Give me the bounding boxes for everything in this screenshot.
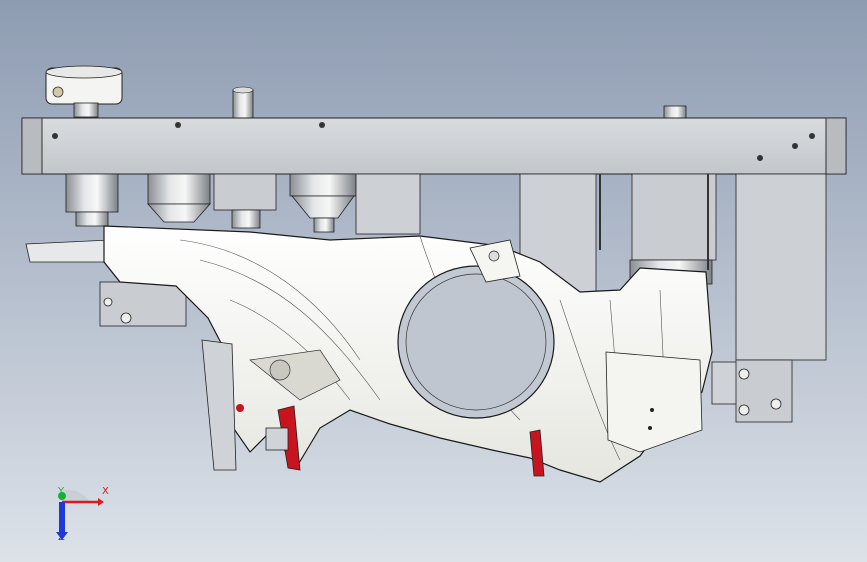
subframe-casting	[103, 225, 713, 483]
top-gauge-cap	[45, 65, 123, 118]
coordinate-triad[interactable]	[40, 480, 110, 550]
motor-block-right	[735, 173, 827, 387]
top-pin-left	[232, 86, 254, 119]
z-axis-label: Z	[58, 532, 65, 543]
cad-model-scene[interactable]	[0, 0, 867, 562]
graphics-viewport[interactable]: X Y Z	[0, 0, 867, 562]
clamp-cylinder-1	[65, 173, 119, 227]
fixture-top-plate	[21, 117, 847, 175]
right-clamp-hardware	[711, 359, 793, 423]
x-axis-arrow	[98, 498, 104, 506]
clamp-cylinder-right	[599, 173, 717, 285]
top-pin-right	[663, 105, 687, 119]
x-axis-label: X	[102, 486, 109, 497]
clamp-cylinder-3	[213, 173, 277, 229]
clamp-cylinder-4	[289, 173, 357, 233]
clamp-cylinder-2	[147, 173, 211, 223]
y-axis-label: Y	[58, 486, 65, 497]
